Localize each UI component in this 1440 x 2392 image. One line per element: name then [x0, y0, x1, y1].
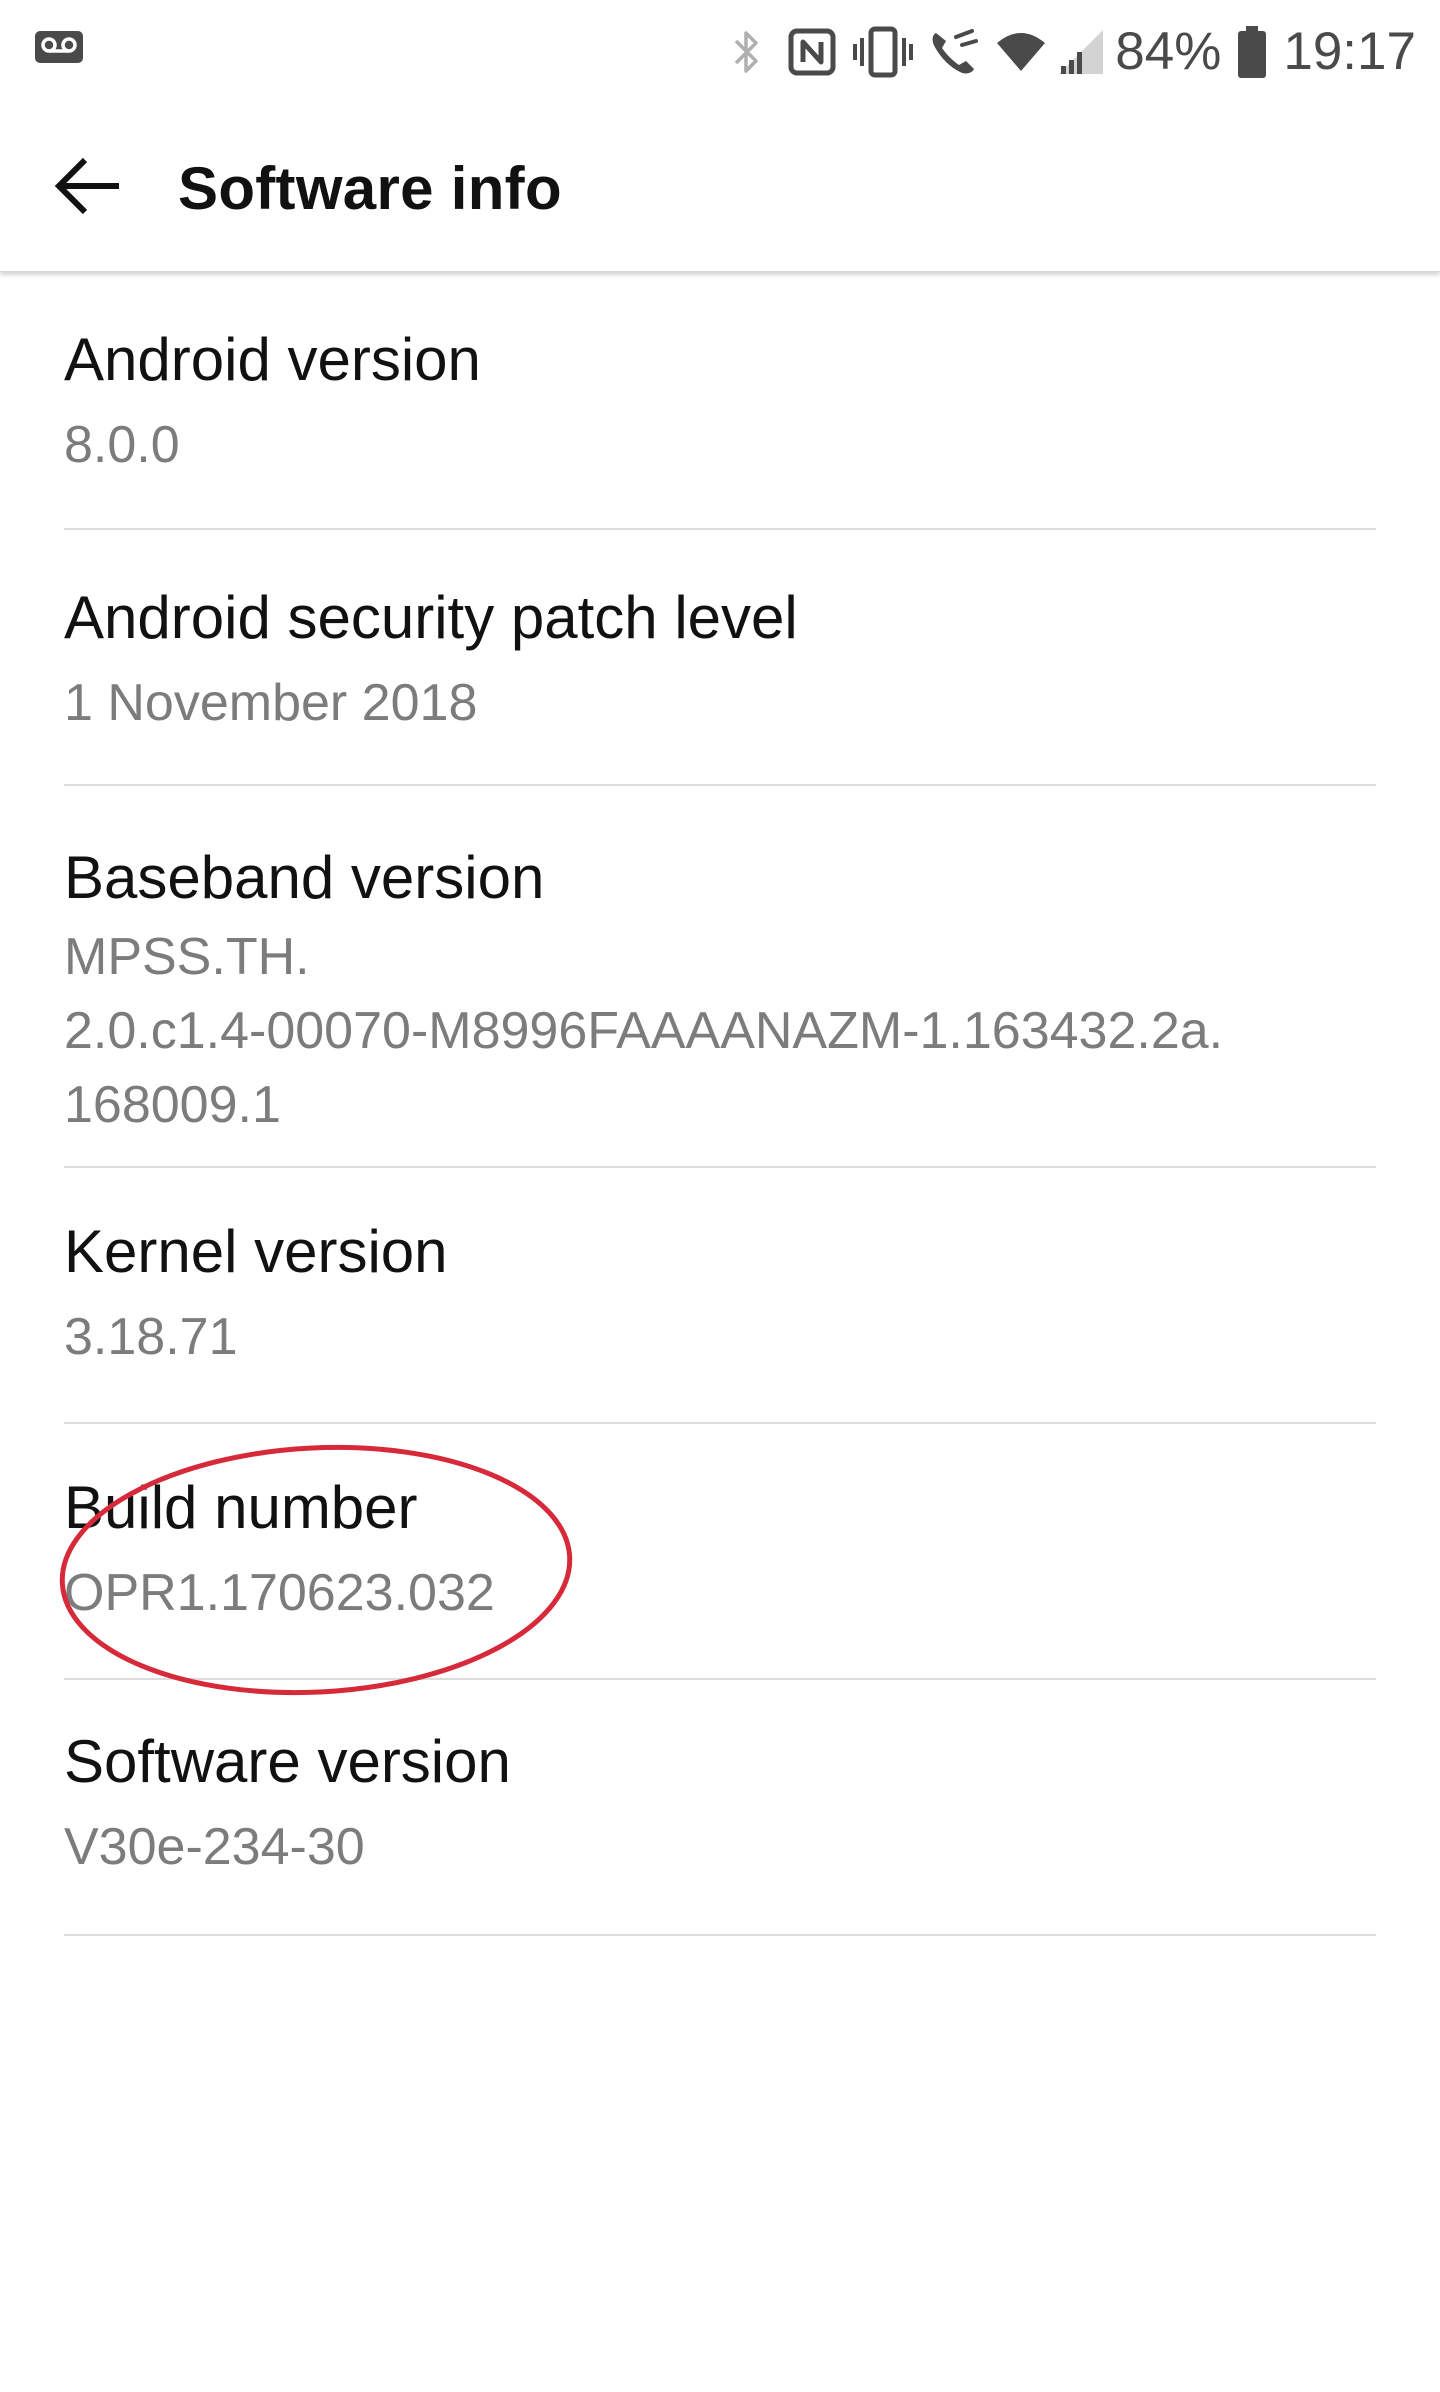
wifi-icon: [989, 18, 1053, 86]
item-title: Baseband version: [64, 844, 545, 911]
software-info-list: Android version 8.0.0 Android security p…: [0, 272, 1440, 1936]
back-button[interactable]: [40, 140, 136, 236]
list-item-android-version[interactable]: Android version 8.0.0: [64, 272, 1376, 530]
page-title: Software info: [178, 155, 562, 222]
item-title: Build number: [64, 1474, 418, 1541]
nfc-icon: [777, 18, 847, 86]
item-title: Software version: [64, 1728, 511, 1795]
list-item-security-patch-level[interactable]: Android security patch level 1 November …: [64, 530, 1376, 786]
app-bar: Software info: [0, 104, 1440, 272]
item-value: MPSS.TH. 2.0.c1.4-00070-M8996FAAAANAZM-1…: [64, 928, 1224, 1134]
item-value: 3.18.71: [64, 1308, 238, 1366]
wifi-calling-icon: [919, 18, 989, 86]
list-item-build-number[interactable]: Build number OPR1.170623.032: [64, 1424, 1376, 1680]
status-icons: 84% 19:17: [717, 18, 1416, 86]
bluetooth-icon: [717, 18, 777, 86]
list-item-software-version[interactable]: Software version V30e-234-30: [64, 1680, 1376, 1936]
clock: 19:17: [1283, 22, 1416, 81]
item-value: 1 November 2018: [64, 674, 478, 732]
arrow-back-icon: [53, 156, 123, 221]
battery-percent: 84%: [1115, 22, 1222, 81]
vibrate-icon: [847, 18, 919, 86]
cell-signal-icon: [1053, 18, 1109, 86]
status-bar: 84% 19:17: [0, 0, 1440, 104]
voicemail-icon: [34, 30, 84, 69]
item-title: Android version: [64, 326, 481, 393]
battery-icon: [1235, 18, 1269, 86]
list-item-kernel-version[interactable]: Kernel version 3.18.71: [64, 1168, 1376, 1424]
item-value: OPR1.170623.032: [64, 1564, 495, 1622]
item-value: 8.0.0: [64, 416, 180, 474]
item-title: Android security patch level: [64, 584, 798, 651]
list-item-baseband-version[interactable]: Baseband version MPSS.TH. 2.0.c1.4-00070…: [64, 786, 1376, 1168]
item-title: Kernel version: [64, 1218, 448, 1285]
item-value: V30e-234-30: [64, 1818, 365, 1876]
